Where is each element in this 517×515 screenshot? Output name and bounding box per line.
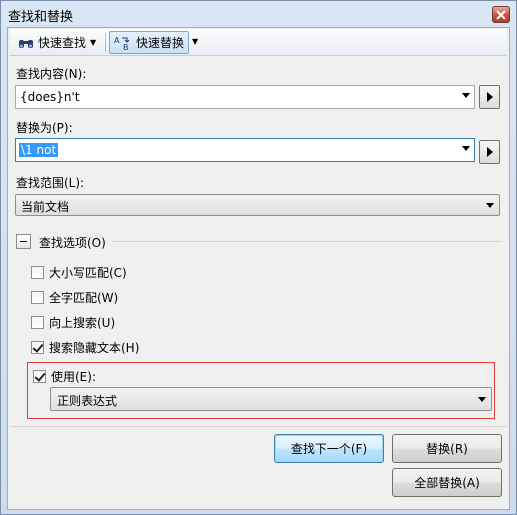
options-divider: [112, 241, 502, 242]
minus-icon: [20, 241, 27, 242]
buttons-divider: [10, 426, 507, 427]
scope-value: 当前文档: [21, 200, 70, 214]
svg-text:B: B: [123, 43, 129, 51]
chevron-down-icon[interactable]: [486, 203, 494, 208]
toolbar-separator: [105, 33, 106, 52]
find-next-button[interactable]: 查找下一个(F): [274, 434, 384, 463]
whole-word-checkbox[interactable]: [31, 291, 44, 304]
find-input[interactable]: {does}n't: [15, 85, 475, 109]
quick-find-label: 快速查找: [38, 36, 87, 50]
replace-label: 替换为(P):: [16, 121, 73, 135]
search-hidden-option[interactable]: 搜索隐藏文本(H): [31, 339, 139, 356]
regex-highlight-box: 使用(E): 正则表达式: [27, 362, 495, 419]
use-checkbox[interactable]: [33, 370, 46, 383]
options-collapse-button[interactable]: [16, 234, 31, 249]
scope-select[interactable]: 当前文档: [15, 194, 500, 216]
match-case-option[interactable]: 大小写匹配(C): [31, 264, 127, 281]
play-arrow-icon: [487, 147, 493, 157]
scope-label: 查找范围(L):: [16, 176, 85, 190]
svg-text:A: A: [114, 36, 120, 45]
quick-replace-label: 快速替换: [136, 36, 185, 50]
search-up-option[interactable]: 向上搜索(U): [31, 314, 115, 331]
binoculars-icon: [19, 39, 33, 48]
title-bar[interactable]: 查找和替换: [1, 1, 516, 27]
quick-replace-button[interactable]: A B 快速替换: [109, 31, 190, 54]
search-hidden-label: 搜索隐藏文本(H): [49, 341, 140, 355]
chevron-down-icon[interactable]: ▼: [90, 38, 96, 47]
whole-word-label: 全字匹配(W): [49, 291, 119, 305]
use-mode-select[interactable]: 正则表达式: [50, 387, 492, 411]
chevron-down-icon[interactable]: ▼: [192, 37, 198, 46]
chevron-down-icon[interactable]: [478, 397, 486, 402]
use-label: 使用(E):: [51, 370, 96, 384]
replace-input[interactable]: \1 not: [15, 138, 475, 162]
replace-icon: A B: [114, 36, 130, 51]
window-title: 查找和替换: [8, 10, 74, 25]
search-up-checkbox[interactable]: [31, 316, 44, 329]
find-expand-button[interactable]: [479, 85, 500, 109]
search-up-label: 向上搜索(U): [49, 316, 116, 330]
chevron-down-icon[interactable]: [462, 93, 470, 98]
match-case-label: 大小写匹配(C): [49, 266, 127, 280]
whole-word-option[interactable]: 全字匹配(W): [31, 289, 118, 306]
play-arrow-icon: [487, 92, 493, 102]
close-icon: [496, 9, 506, 20]
use-mode-value: 正则表达式: [57, 394, 118, 408]
use-option[interactable]: 使用(E):: [33, 368, 96, 385]
match-case-checkbox[interactable]: [31, 266, 44, 279]
replace-input-value: \1 not: [19, 143, 59, 157]
chevron-down-icon[interactable]: [462, 146, 470, 151]
search-hidden-checkbox[interactable]: [31, 341, 44, 354]
find-replace-dialog: 查找和替换 快速查找 ▼ A B 快速替换 ▼ 查找内容(N): {does}n…: [0, 0, 517, 515]
find-input-value: {does}n't: [20, 90, 80, 104]
replace-button[interactable]: 替换(R): [392, 434, 502, 463]
dialog-body: 快速查找 ▼ A B 快速替换 ▼ 查找内容(N): {does}n't 替换为…: [7, 27, 510, 510]
toolbar: 快速查找 ▼ A B 快速替换 ▼: [10, 29, 507, 56]
replace-expand-button[interactable]: [479, 140, 500, 164]
find-label: 查找内容(N):: [16, 67, 87, 81]
replace-all-button[interactable]: 全部替换(A): [392, 468, 502, 497]
quick-find-button[interactable]: 快速查找 ▼: [14, 31, 100, 54]
options-header: 查找选项(O): [39, 236, 106, 250]
close-button[interactable]: [492, 6, 510, 23]
